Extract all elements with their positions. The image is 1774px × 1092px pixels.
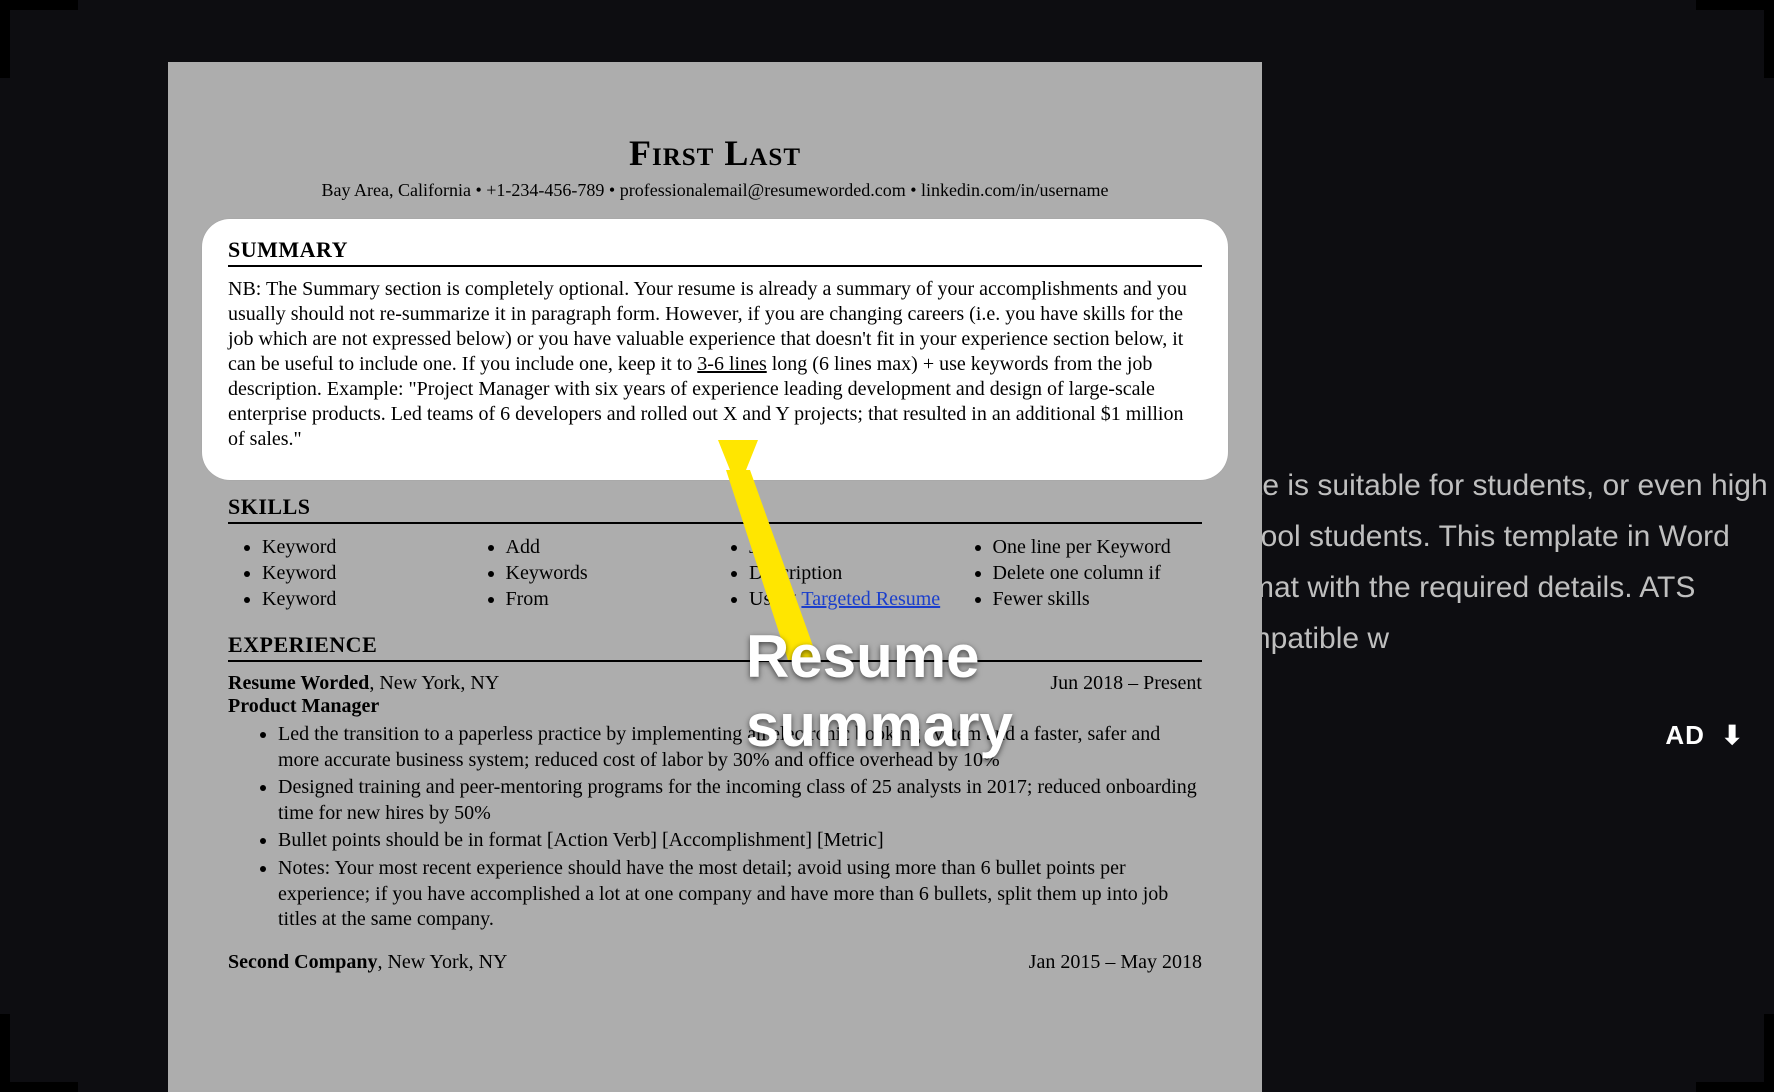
list-item: Bullet points should be in format [Actio…	[278, 828, 1202, 854]
skills-heading: SKILLS	[228, 494, 1202, 524]
list-item: Job	[749, 534, 959, 560]
exp1-bullets: Led the transition to a paperless practi…	[228, 722, 1202, 933]
skills-col-3: Job Description Using Targeted Resume	[715, 534, 959, 612]
experience-heading: EXPERIENCE	[228, 632, 1202, 662]
list-item: Delete one column if	[993, 560, 1203, 586]
skills-col-4: One line per Keyword Delete one column i…	[959, 534, 1203, 612]
list-item: Keywords	[506, 560, 716, 586]
exp1-title: Product Manager	[228, 695, 1202, 718]
summary-underline: 3-6 lines	[697, 353, 766, 375]
background-blurred-text	[1214, 70, 1774, 330]
download-button-partial[interactable]: AD ⬇	[1665, 720, 1744, 751]
corner-bracket-top-right	[1696, 0, 1774, 78]
exp1-dates: Jun 2018 – Present	[1050, 672, 1202, 695]
targeted-resume-link[interactable]: Targeted Resume	[801, 588, 940, 610]
list-item: Using Targeted Resume	[749, 586, 959, 612]
list-item: Keyword	[262, 560, 472, 586]
list-item: Notes: Your most recent experience shoul…	[278, 856, 1202, 933]
list-item: Fewer skills	[993, 586, 1203, 612]
skills-col-1: Keyword Keyword Keyword	[228, 534, 472, 612]
resume-page: First Last Bay Area, California • +1-234…	[168, 62, 1262, 1092]
corner-bracket-bottom-right	[1696, 1014, 1774, 1092]
exp1-header: Resume Worded, New York, NY Jun 2018 – P…	[228, 672, 1202, 695]
list-item: From	[506, 586, 716, 612]
resume-name: First Last	[228, 132, 1202, 174]
list-item: Keyword	[262, 534, 472, 560]
exp2-location: , New York, NY	[377, 951, 507, 973]
summary-highlight-box: SUMMARY NB: The Summary section is compl…	[202, 219, 1228, 480]
resume-contact-line: Bay Area, California • +1-234-456-789 • …	[228, 180, 1202, 201]
list-item: Description	[749, 560, 959, 586]
download-label: AD	[1665, 720, 1705, 750]
exp2-header: Second Company, New York, NY Jan 2015 – …	[228, 951, 1202, 974]
exp2-dates: Jan 2015 – May 2018	[1029, 951, 1202, 974]
corner-bracket-top-left	[0, 0, 78, 78]
exp2-company: Second Company	[228, 951, 377, 973]
list-item: One line per Keyword	[993, 534, 1203, 560]
exp1-company: Resume Worded	[228, 672, 369, 694]
skills-columns: Keyword Keyword Keyword Add Keywords Fro…	[228, 534, 1202, 612]
summary-text: NB: The Summary section is completely op…	[228, 277, 1202, 452]
exp1-location: , New York, NY	[369, 672, 499, 694]
corner-bracket-bottom-left	[0, 1014, 78, 1092]
list-item: Add	[506, 534, 716, 560]
download-icon: ⬇	[1721, 720, 1744, 750]
summary-heading: SUMMARY	[228, 237, 1202, 267]
text: Using	[749, 588, 801, 610]
skills-col-2: Add Keywords From	[472, 534, 716, 612]
list-item: Keyword	[262, 586, 472, 612]
background-description: plate is suitable for students, or even …	[1214, 460, 1774, 664]
list-item: Led the transition to a paperless practi…	[278, 722, 1202, 773]
list-item: Designed training and peer-mentoring pro…	[278, 775, 1202, 826]
